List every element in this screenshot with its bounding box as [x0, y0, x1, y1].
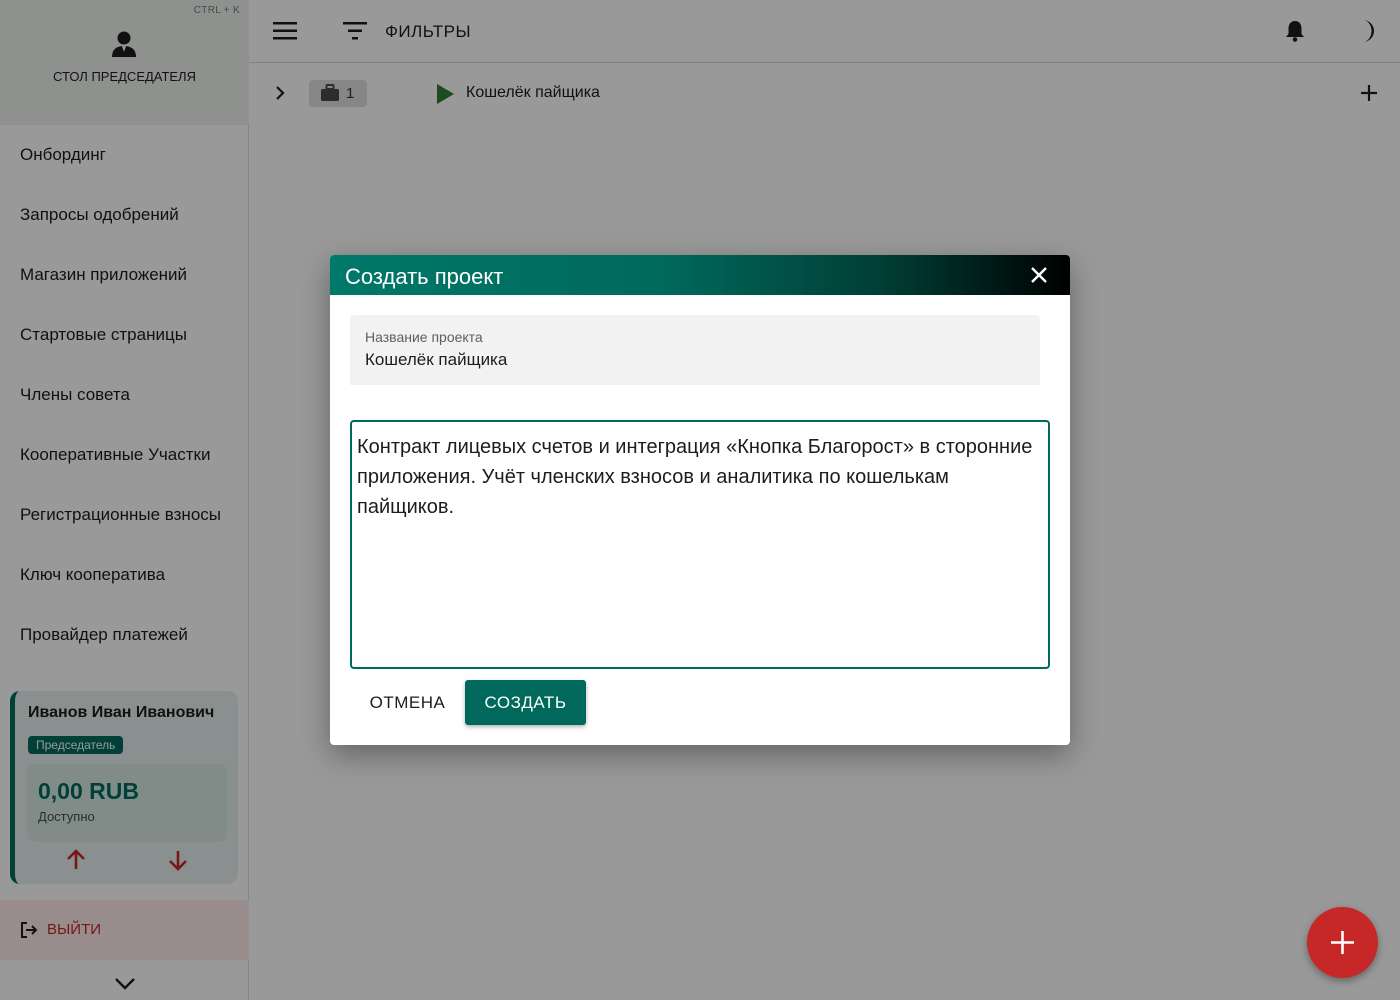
create-project-dialog: Создать проект Название проекта Контракт…	[330, 255, 1070, 745]
project-name-input[interactable]	[365, 350, 1025, 370]
add-fab-button[interactable]	[1307, 907, 1378, 978]
project-name-label: Название проекта	[365, 329, 483, 345]
plus-icon	[1331, 931, 1354, 954]
dialog-header: Создать проект	[330, 255, 1070, 295]
cancel-button[interactable]: ОТМЕНА	[350, 680, 465, 725]
project-name-field[interactable]: Название проекта	[350, 315, 1040, 385]
close-icon[interactable]	[1030, 266, 1048, 284]
dialog-title: Создать проект	[345, 264, 504, 289]
create-button[interactable]: СОЗДАТЬ	[465, 680, 586, 725]
project-description-textarea[interactable]: Контракт лицевых счетов и интеграция «Кн…	[350, 420, 1050, 669]
